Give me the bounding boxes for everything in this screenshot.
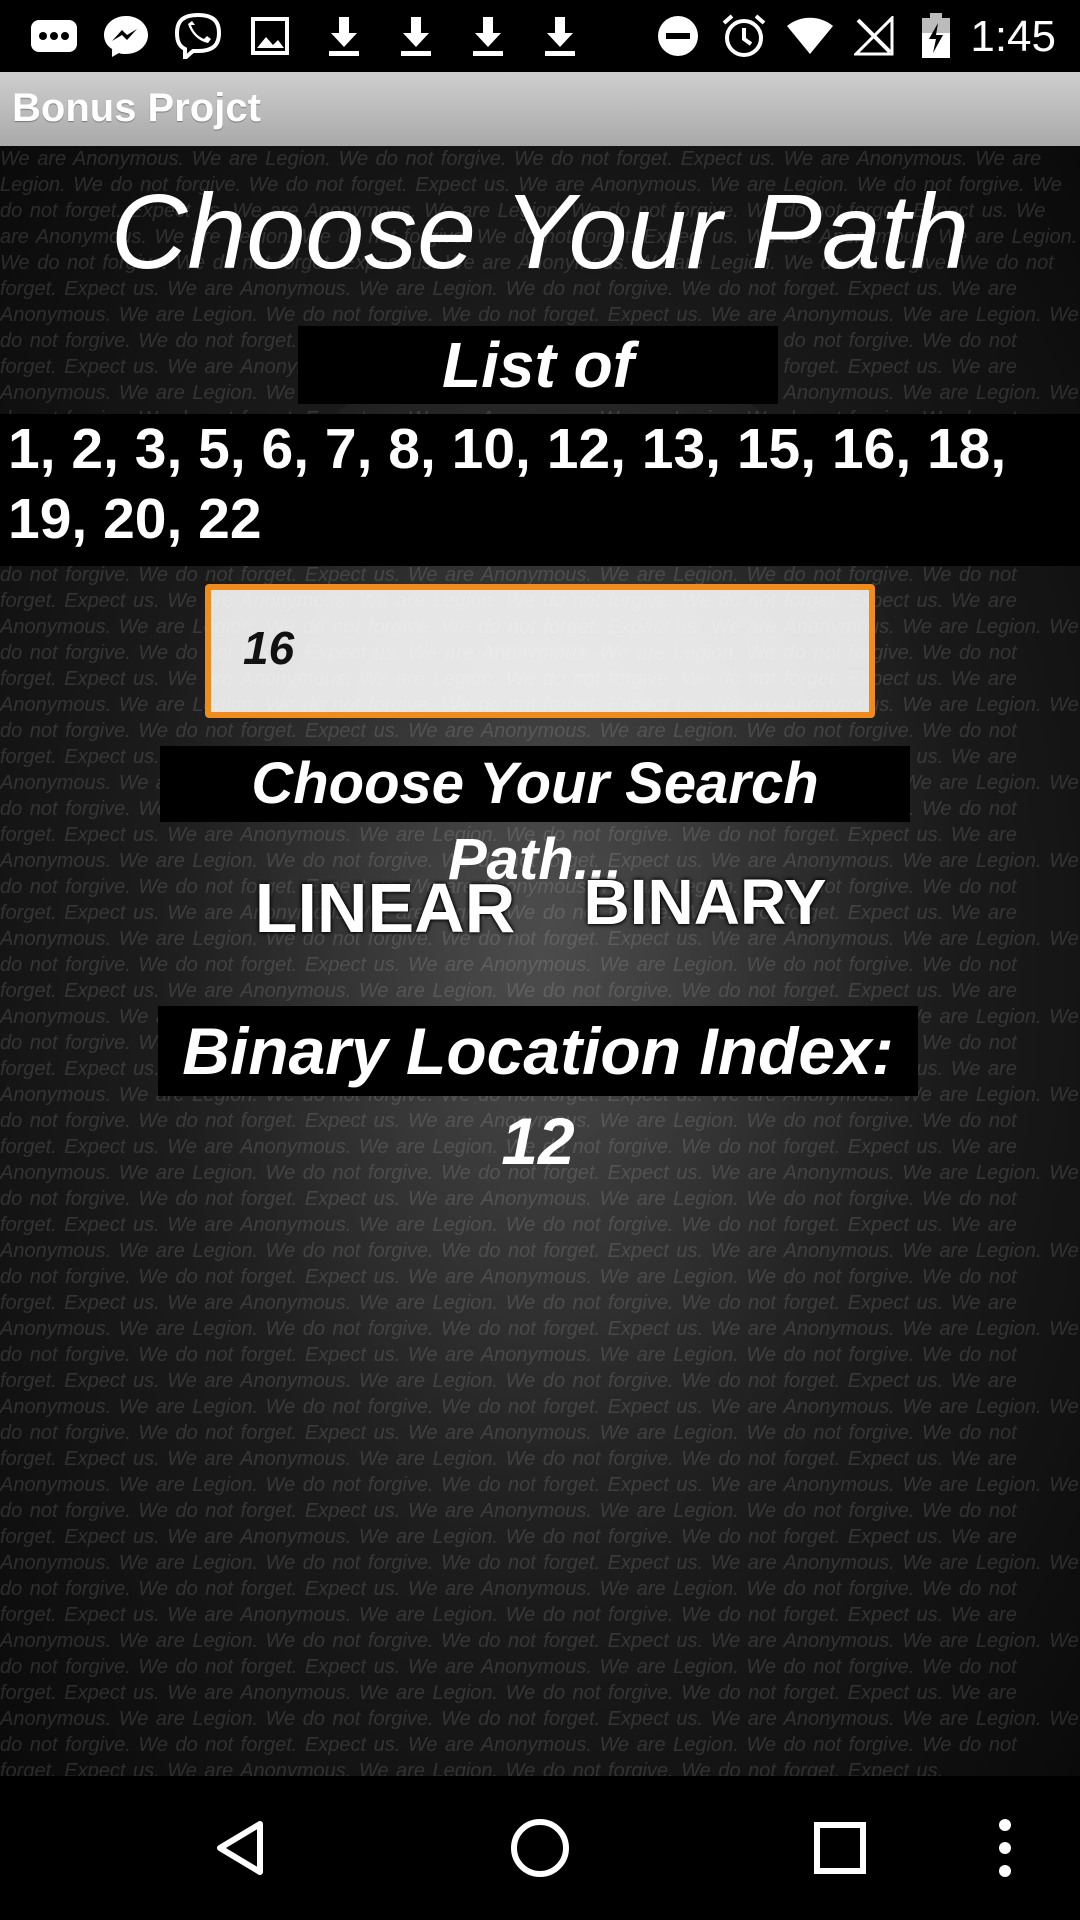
image-icon bbox=[248, 14, 292, 58]
main-content: We are Anonymous. We are Legion. We do n… bbox=[0, 146, 1080, 1776]
do-not-disturb-icon bbox=[654, 14, 702, 58]
binary-button[interactable]: BINARY bbox=[580, 862, 830, 942]
home-icon[interactable] bbox=[505, 1813, 575, 1883]
navigation-bar bbox=[0, 1776, 1080, 1920]
numbers-list: 1, 2, 3, 5, 6, 7, 8, 10, 12, 13, 15, 16,… bbox=[0, 414, 1080, 566]
page-title: Choose Your Path bbox=[110, 173, 970, 291]
search-input-container[interactable] bbox=[205, 584, 875, 718]
download-icon bbox=[466, 14, 510, 58]
app-title: Bonus Projct bbox=[12, 86, 261, 130]
app-bar: Bonus Projct bbox=[0, 72, 1080, 146]
chat-icon bbox=[28, 14, 80, 58]
back-icon[interactable] bbox=[205, 1813, 275, 1883]
clock: 1:45 bbox=[970, 12, 1056, 61]
wifi-icon bbox=[786, 14, 834, 58]
no-signal-icon bbox=[852, 14, 896, 58]
messenger-icon bbox=[100, 14, 152, 58]
download-icon bbox=[538, 14, 582, 58]
linear-button[interactable]: LINEAR bbox=[250, 868, 520, 948]
viber-icon bbox=[172, 13, 224, 59]
download-icon bbox=[322, 14, 366, 58]
status-bar: 1:45 bbox=[0, 0, 1080, 72]
list-heading: List of Numbers bbox=[298, 326, 778, 479]
result-text: Binary Location Index: 12 bbox=[158, 1006, 918, 1178]
search-prompt: Choose Your Search Path... bbox=[160, 746, 910, 892]
alarm-icon bbox=[720, 14, 768, 58]
search-input[interactable] bbox=[241, 612, 845, 684]
download-icon bbox=[394, 14, 438, 58]
overflow-menu-icon[interactable] bbox=[985, 1813, 1025, 1883]
battery-charging-icon bbox=[918, 13, 954, 58]
recents-icon[interactable] bbox=[805, 1813, 875, 1883]
